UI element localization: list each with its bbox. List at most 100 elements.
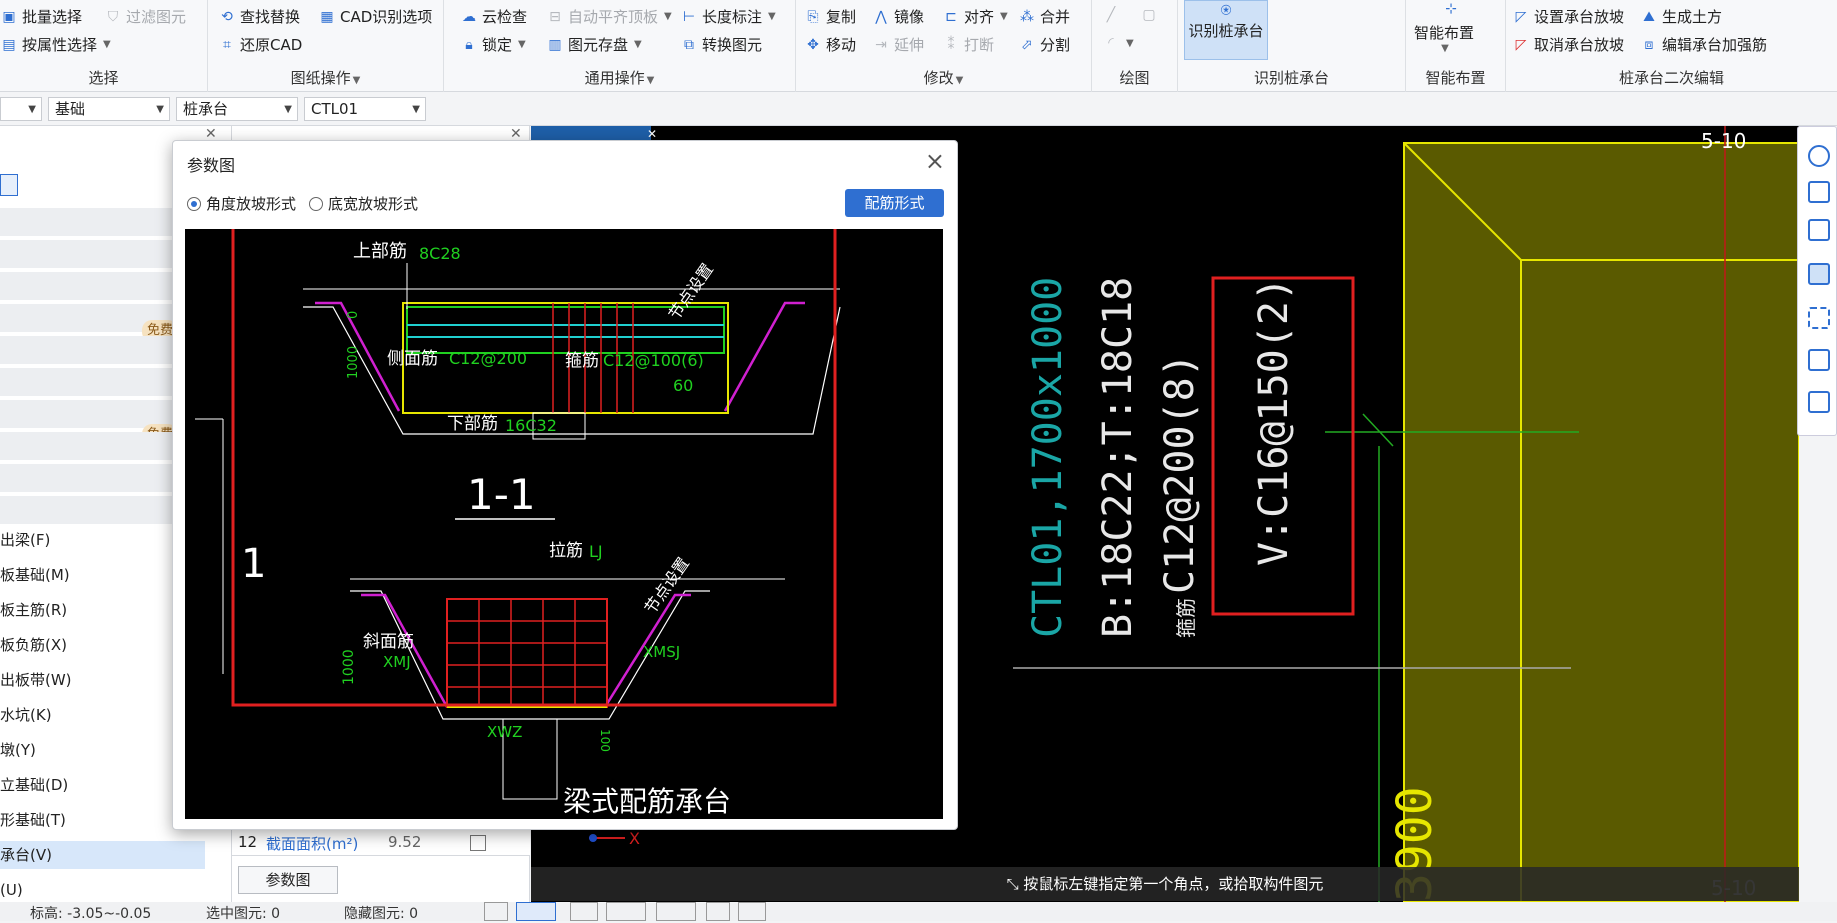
- select-by-attr-button[interactable]: ▤ 按属性选择 ▼: [0, 34, 110, 55]
- svg-text:下部筋: 下部筋: [447, 414, 498, 434]
- tree-row[interactable]: [0, 240, 172, 270]
- find-replace-button[interactable]: ⟲ 查找替换: [218, 6, 300, 27]
- copy-button[interactable]: ⎘ 复制: [804, 6, 856, 27]
- list-view-icon[interactable]: [0, 174, 18, 196]
- cap-region: [1403, 142, 1800, 903]
- line-tool-button[interactable]: ╱: [1102, 6, 1120, 24]
- tree-row[interactable]: [0, 368, 172, 398]
- group-title-drawing-ops[interactable]: 图纸操作 ▼: [208, 67, 443, 88]
- group-title-general-ops[interactable]: 通用操作 ▼: [444, 67, 795, 88]
- chevron-down-icon: ▼: [412, 104, 420, 115]
- tree-row[interactable]: [0, 336, 172, 366]
- chevron-down-icon: ▼: [352, 75, 361, 86]
- status-bar: 标高: -3.05~-0.05 选中图元: 0 隐藏图元: 0: [0, 902, 1837, 922]
- rect-tool-button[interactable]: ▢: [1140, 6, 1158, 24]
- merge-button[interactable]: ⁂ 合并: [1018, 6, 1070, 27]
- list-item[interactable]: (U): [0, 876, 205, 904]
- convert-elem-button[interactable]: ⧉ 转换图元: [680, 34, 762, 55]
- smart-layout-button[interactable]: 智能布置 ▼: [1414, 22, 1474, 54]
- layer-settings-icon[interactable]: [1808, 391, 1830, 413]
- cancel-slope-button[interactable]: ◸ 取消承台放坡: [1512, 34, 1624, 55]
- break-button[interactable]: ⁑ 打断: [942, 34, 995, 55]
- select-mode-tool[interactable]: [516, 902, 556, 921]
- cube-icon[interactable]: [1808, 219, 1830, 241]
- close-icon[interactable]: ✕: [647, 127, 657, 141]
- angle-tool[interactable]: [606, 902, 646, 921]
- gen-earth-button[interactable]: ⛰ 生成土方: [1640, 6, 1722, 27]
- ortho-tool[interactable]: [570, 902, 598, 921]
- svg-text:1000: 1000: [346, 346, 361, 379]
- slope-icon: ◸: [1515, 8, 1527, 25]
- line-icon: ╱: [1106, 7, 1116, 23]
- mirror-button[interactable]: ⋀ 镜像: [872, 6, 924, 27]
- attr-select-icon: ▤: [2, 36, 16, 53]
- tree-row[interactable]: [0, 272, 172, 302]
- tree-row[interactable]: [0, 432, 172, 462]
- fullscreen-icon[interactable]: [1808, 307, 1830, 329]
- radio-width-slope[interactable]: 底宽放坡形式: [309, 193, 418, 214]
- canvas-tab[interactable]: [531, 126, 651, 140]
- filter-elem-button[interactable]: ⛉ 过滤图元: [104, 6, 186, 27]
- svg-text:梁式配筋承台: 梁式配筋承台: [563, 785, 731, 818]
- solid-view-icon[interactable]: [1808, 263, 1830, 285]
- element-select[interactable]: CTL01 ▼: [304, 97, 426, 121]
- cloud-check-button[interactable]: ☁ 云检查: [460, 6, 527, 27]
- split-button[interactable]: ⬀ 分割: [1018, 34, 1070, 55]
- list-item-selected[interactable]: 承台(V): [0, 841, 205, 869]
- chevron-down-icon: ▼: [1126, 37, 1134, 49]
- chevron-down-icon: ▼: [28, 104, 36, 115]
- svg-text:1-1: 1-1: [467, 470, 536, 519]
- edit-rebar-button[interactable]: ⧈ 编辑承台加强筋: [1640, 34, 1767, 55]
- snap-tool[interactable]: [484, 902, 508, 921]
- orbit-icon[interactable]: [1808, 145, 1830, 167]
- recognize-cap-button[interactable]: ⍟ 识别桩承台: [1184, 0, 1268, 60]
- set-slope-button[interactable]: ◸ 设置承台放坡: [1512, 6, 1624, 27]
- selector-toolbar: ▼ 基础 ▼ 桩承台 ▼ CTL01 ▼: [0, 92, 1837, 126]
- edit-rebar-icon: ⧈: [1644, 36, 1654, 53]
- prop-checkbox[interactable]: [470, 835, 486, 851]
- category-select[interactable]: 基础 ▼: [48, 97, 170, 121]
- stirrup-prefix-text: 箍筋: [1174, 598, 1198, 638]
- tick-mark: [1362, 413, 1394, 447]
- svg-text:拉筋: 拉筋: [549, 541, 583, 561]
- restore-cad-button[interactable]: ⌗ 还原CAD: [218, 34, 302, 55]
- add-tool[interactable]: [656, 902, 696, 921]
- group-title-modify[interactable]: 修改 ▼: [796, 67, 1091, 88]
- group-general-ops: ☁ 云检查 ⊟ 自动平齐顶板 ▼ ⊢ 长度标注 ▼ 🔒︎ 锁定 ▼ ▥ 图元存盘 ▼ ⧉ 转换图元 …: [444, 0, 796, 92]
- extend-button[interactable]: ⇥ 延伸: [872, 34, 924, 55]
- batch-select-button[interactable]: ▣ 批量选择: [0, 6, 82, 27]
- iso-view-icon[interactable]: [1808, 349, 1830, 371]
- floor-select[interactable]: ▼: [0, 97, 42, 121]
- svg-text:节点设置: 节点设置: [665, 260, 717, 323]
- arc-tool-button[interactable]: ◜ ▼: [1102, 34, 1134, 52]
- cad-options-button[interactable]: ▦ CAD识别选项: [318, 6, 432, 27]
- length-dim-button[interactable]: ⊢ 长度标注 ▼: [680, 6, 776, 27]
- align-button[interactable]: ⊏ 对齐 ▼: [942, 6, 1008, 27]
- cloud-icon: ☁: [462, 8, 476, 25]
- tree-row[interactable]: [0, 208, 172, 238]
- lock-button[interactable]: 🔒︎ 锁定 ▼: [460, 34, 525, 55]
- move-button[interactable]: ✥ 移动: [804, 34, 856, 55]
- elem-save-button[interactable]: ▥ 图元存盘 ▼: [546, 34, 642, 55]
- rebar-form-button[interactable]: 配筋形式: [845, 189, 944, 217]
- level-icon: ⊟: [549, 8, 561, 25]
- 3d-view-icon[interactable]: [1808, 181, 1830, 203]
- canvas-hint: ⤡ 按鼠标左键指定第一个角点，或拾取构件图元: [531, 867, 1799, 901]
- auto-level-button[interactable]: ⊟ 自动平齐顶板 ▼: [546, 6, 672, 27]
- param-figure-button[interactable]: 参数图: [238, 866, 338, 894]
- radio-angle-slope[interactable]: 角度放坡形式: [187, 193, 296, 214]
- chevron-down-icon: ▼: [1441, 43, 1449, 54]
- smart-layout-icon: ⊹: [1445, 1, 1457, 17]
- param-figure-dialog: 参数图 × 角度放坡形式 底宽放坡形式 配筋形式 上部筋 8C28 节点设置 侧…: [172, 140, 958, 830]
- arc-snap-tool[interactable]: [738, 902, 766, 921]
- prop-value[interactable]: 9.52: [388, 833, 421, 851]
- radio-checked-icon: [187, 196, 201, 211]
- tree-row[interactable]: [0, 496, 172, 526]
- chevron-down-icon: ▼: [634, 39, 642, 50]
- tree-row[interactable]: [0, 464, 172, 494]
- highlight-box: [231, 229, 837, 707]
- close-icon[interactable]: ×: [925, 147, 945, 175]
- type-select[interactable]: 桩承台 ▼: [176, 97, 298, 121]
- group-modify: ⎘ 复制 ⋀ 镜像 ⊏ 对齐 ▼ ⁂ 合并 ✥ 移动 ⇥ 延伸 ⁑ 打断 ⬀ 分割 修改 ▼: [796, 0, 1092, 92]
- layer-tool[interactable]: [706, 902, 730, 921]
